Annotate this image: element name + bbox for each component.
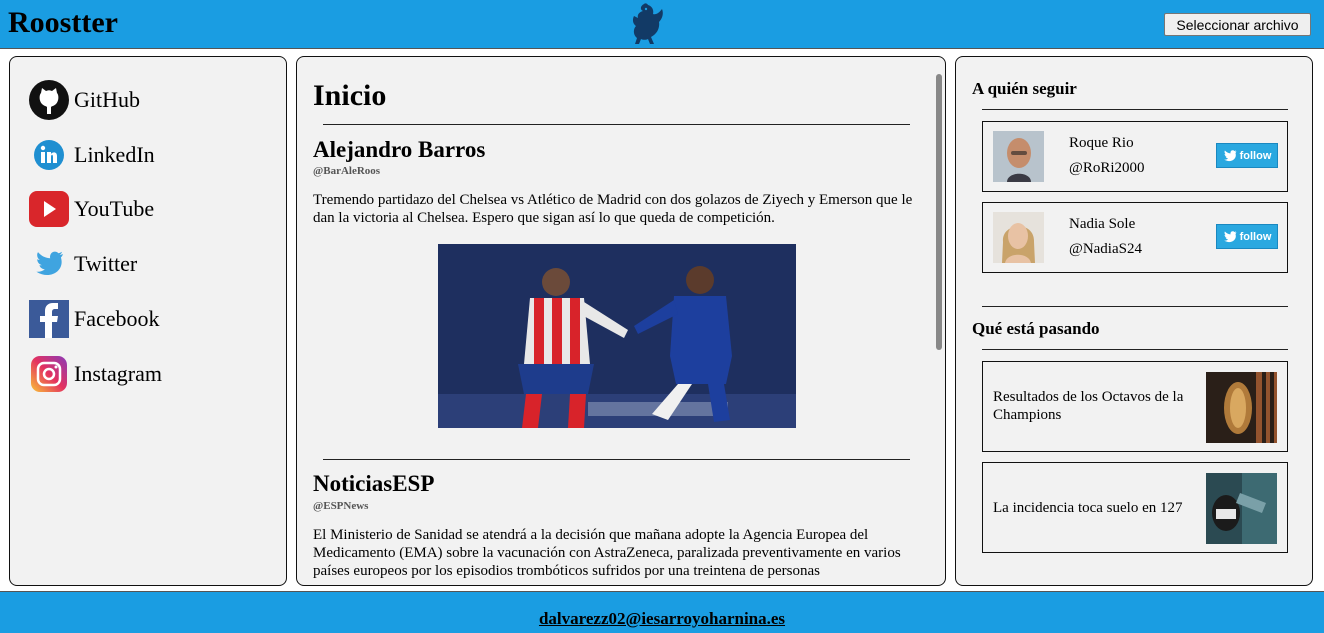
sidebar-link-facebook[interactable]: Facebook	[28, 298, 160, 340]
feed-scrollbar[interactable]	[936, 74, 942, 350]
sidebar-link-label: GitHub	[74, 87, 140, 112]
sidebar-link-label: LinkedIn	[74, 142, 155, 167]
sidebar-link-label: YouTube	[74, 196, 155, 221]
trends-title: Qué está pasando	[972, 319, 1100, 338]
rooster-icon	[632, 3, 663, 44]
suggestion-handle: @NadiaS24	[1069, 241, 1142, 257]
post-text: El Ministerio de Sanidad se atendrá a la…	[313, 527, 901, 579]
who-to-follow-title: A quién seguir	[972, 79, 1077, 98]
sidebar-link-label: Facebook	[74, 306, 160, 331]
sidebar-link-github[interactable]: GitHub	[28, 79, 140, 121]
trend-image	[1206, 473, 1277, 544]
trend-text: La incidencia toca suelo en 127	[993, 500, 1183, 516]
divider	[982, 109, 1288, 110]
twitter-icon	[1223, 230, 1237, 242]
brand-title: Roostter	[8, 6, 118, 39]
feed-title: Inicio	[313, 79, 387, 112]
divider	[982, 349, 1288, 350]
suggestion-name: Roque Rio	[1069, 135, 1134, 151]
select-file-button[interactable]: Seleccionar archivo	[1164, 13, 1311, 36]
trend-card[interactable]: Resultados de los Octavos de la Champion…	[982, 361, 1288, 452]
youtube-icon	[28, 188, 70, 230]
post-author-name: Alejandro Barros	[313, 137, 486, 162]
follow-button-label: follow	[1239, 149, 1272, 162]
post-text: Tremendo partidazo del Chelsea vs Atléti…	[313, 192, 913, 226]
suggestion-handle: @RoRi2000	[1069, 160, 1145, 176]
feed-panel[interactable]: Inicio Alejandro Barros @BarAleRoos Trem…	[296, 56, 946, 586]
avatar	[993, 212, 1044, 263]
divider	[323, 124, 910, 125]
post-image	[438, 244, 796, 428]
facebook-icon	[28, 298, 70, 340]
right-panel: A quién seguir Roque Rio @RoRi2000 follo…	[955, 56, 1313, 586]
suggestion-name: Nadia Sole	[1069, 216, 1136, 232]
sidebar-link-twitter[interactable]: Twitter	[28, 243, 137, 285]
sidebar-link-label: Instagram	[74, 361, 162, 386]
post-author-handle: @BarAleRoos	[313, 165, 381, 177]
twitter-icon	[28, 243, 70, 285]
linkedin-icon	[28, 134, 70, 176]
twitter-icon	[1223, 149, 1237, 161]
post-author-name: NoticiasESP	[313, 471, 435, 496]
avatar	[993, 131, 1044, 182]
github-icon	[28, 79, 70, 121]
follow-suggestion-card: Nadia Sole @NadiaS24 follow	[982, 202, 1288, 273]
follow-suggestion-card: Roque Rio @RoRi2000 follow	[982, 121, 1288, 192]
divider	[323, 459, 910, 460]
follow-button-label: follow	[1239, 230, 1272, 243]
feed-scroll-area[interactable]: Inicio Alejandro Barros @BarAleRoos Trem…	[297, 57, 937, 585]
post-author-handle: @ESPNews	[313, 500, 369, 512]
social-links-panel: GitHub LinkedIn YouTube Twitter Facebook…	[9, 56, 287, 586]
footer: dalvarezz02@iesarroyoharnina.es	[0, 591, 1324, 633]
sidebar-link-youtube[interactable]: YouTube	[28, 188, 154, 230]
divider	[982, 306, 1288, 307]
follow-button[interactable]: follow	[1216, 143, 1278, 168]
instagram-icon	[28, 353, 70, 395]
sidebar-link-linkedin[interactable]: LinkedIn	[28, 134, 155, 176]
trend-card[interactable]: La incidencia toca suelo en 127	[982, 462, 1288, 553]
sidebar-link-instagram[interactable]: Instagram	[28, 353, 162, 395]
trend-text: Resultados de los Octavos de la Champion…	[993, 389, 1184, 423]
contact-email-link[interactable]: dalvarezz02@iesarroyoharnina.es	[0, 609, 1324, 629]
follow-button[interactable]: follow	[1216, 224, 1278, 249]
sidebar-link-label: Twitter	[74, 251, 138, 276]
trend-image	[1206, 372, 1277, 443]
header: Roostter Seleccionar archivo	[0, 0, 1324, 49]
